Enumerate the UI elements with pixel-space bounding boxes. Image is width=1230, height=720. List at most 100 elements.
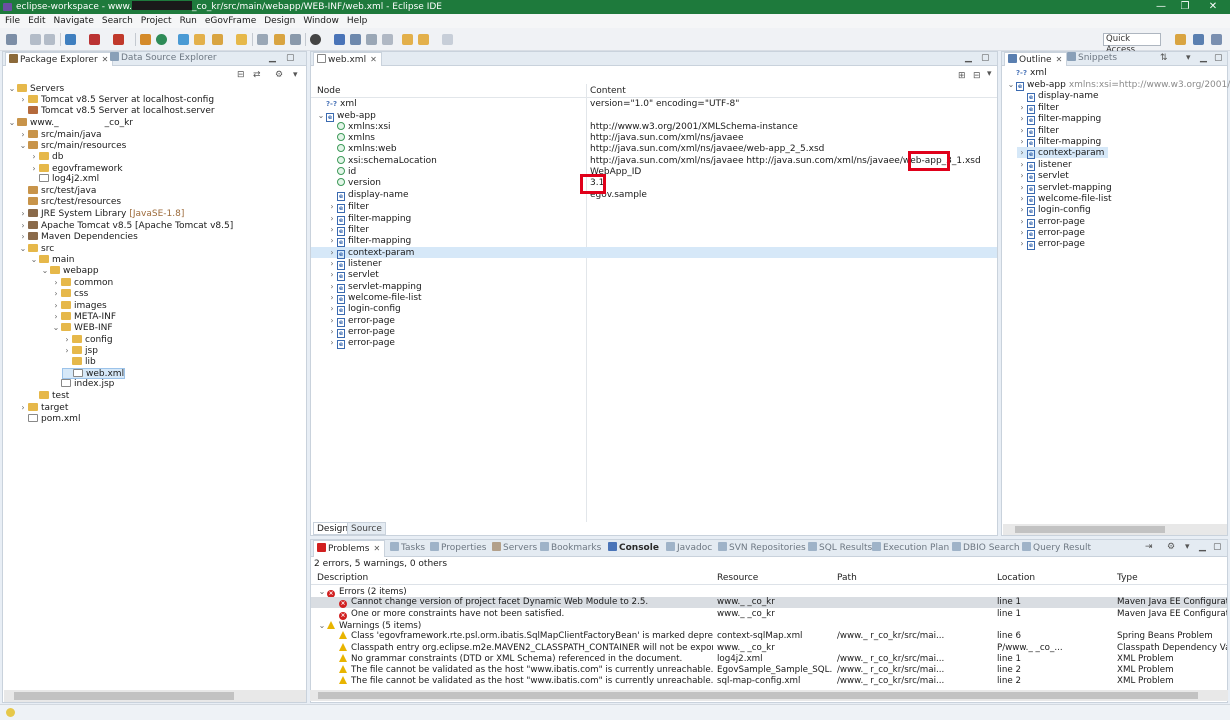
tree-item[interactable]: src/test/resources [18,197,121,208]
outline-item[interactable]: › e filter-mapping [1017,136,1101,149]
toggle-block-icon[interactable] [290,34,301,45]
web-browser-icon[interactable] [178,34,189,45]
tree-item[interactable]: › common [51,277,113,288]
expanded-chevron-icon[interactable]: ⌄ [317,586,327,597]
pin-icon[interactable] [350,34,361,45]
outline-item[interactable]: ⌄ e web-app xmlns:xsi=http://www.w3.org/200… [1006,79,1230,92]
collapsed-chevron-icon[interactable]: › [18,208,28,219]
tree-item[interactable]: › JRE System Library [JavaSE-1.8] [18,208,184,219]
tab-data-source-explorer[interactable]: Data Source Explorer [107,52,221,66]
tree-item[interactable]: pom.xml [18,413,80,425]
tip-icon[interactable] [6,708,15,717]
new-package-icon[interactable] [212,34,223,45]
menu-edit[interactable]: Edit [24,14,49,28]
tree-item[interactable]: › META-INF [51,311,116,322]
collapsed-chevron-icon[interactable]: › [1017,159,1027,170]
design-row[interactable]: › e filter [327,201,369,214]
profile-icon[interactable] [310,34,321,45]
column-header-content[interactable]: Content [590,85,626,97]
filter-icon[interactable]: ⚙ [1167,542,1175,552]
link-editor-icon[interactable]: ⇄ [253,70,261,80]
tree-item[interactable]: index.jsp [51,379,114,390]
maximize-view-icon[interactable]: ▢ [1213,542,1222,552]
collapsed-chevron-icon[interactable]: › [1017,125,1027,136]
tree-item[interactable]: log4j2.xml [29,174,99,185]
view-menu-icon[interactable]: ▾ [1185,542,1190,552]
outline-item[interactable]: › e filter-mapping [1017,113,1101,126]
menu-run[interactable]: Run [176,14,201,28]
collapsed-chevron-icon[interactable]: › [62,345,72,356]
collapsed-chevron-icon[interactable]: › [1017,193,1027,204]
expanded-chevron-icon[interactable]: ⌄ [317,620,327,631]
tab-properties[interactable]: Properties [427,540,490,554]
collapsed-chevron-icon[interactable]: › [29,163,39,174]
tab-svn-repositories[interactable]: SVN Repositories [715,540,810,554]
collapsed-chevron-icon[interactable]: › [1017,227,1027,238]
collapsed-chevron-icon[interactable]: › [327,281,337,292]
minimize-view-icon[interactable]: ▁ [269,53,276,63]
tree-item[interactable]: › db [29,151,63,162]
tab-sql-results[interactable]: SQL Results [805,540,876,554]
menu-project[interactable]: Project [137,14,176,28]
open-folder-icon[interactable] [194,34,205,45]
design-row[interactable]: › e error-page [327,326,395,338]
filter-icon[interactable]: ⚙ [275,70,283,80]
design-row[interactable]: › e filter-mapping [327,235,411,248]
tree-item[interactable]: src/test/java [18,185,96,197]
design-row[interactable]: xmlns [327,133,375,144]
collapsed-chevron-icon[interactable]: › [1017,170,1027,181]
tab-bookmarks[interactable]: Bookmarks [537,540,605,554]
menu-navigate[interactable]: Navigate [50,14,98,28]
collapsed-chevron-icon[interactable]: › [51,277,61,288]
outline-item[interactable]: › e login-config [1017,204,1091,217]
design-row[interactable]: xsi:schemaLocation [327,155,437,167]
new-icon[interactable] [6,34,17,45]
collapsed-chevron-icon[interactable]: › [327,235,337,246]
save-icon[interactable] [30,34,41,45]
back-arrow-icon[interactable] [418,34,429,45]
outline-item[interactable]: ?-? xml [1006,68,1047,79]
expanded-chevron-icon[interactable]: ⌄ [7,83,17,94]
minimize-button[interactable]: — [1148,0,1174,14]
problems-hscrollbar[interactable] [310,690,1228,701]
collapsed-chevron-icon[interactable]: › [51,300,61,311]
design-row[interactable]: › e login-config [327,303,401,316]
close-icon[interactable]: ✕ [370,55,377,64]
tree-item[interactable]: › target [18,402,68,413]
collapsed-chevron-icon[interactable]: › [327,258,337,269]
maximize-view-icon[interactable]: ▢ [981,53,990,63]
collapsed-chevron-icon[interactable]: › [327,213,337,224]
maximize-view-icon[interactable]: ▢ [286,53,295,63]
java-perspective-icon[interactable] [1211,34,1222,45]
collapsed-chevron-icon[interactable]: › [1017,204,1027,215]
mark-occurrences-icon[interactable] [274,34,285,45]
run-icon[interactable] [156,34,167,45]
tree-item[interactable]: ⌄ src/main/resources [18,140,126,151]
tree-item[interactable]: › css [51,288,88,299]
design-row[interactable]: › e error-page [327,315,395,327]
tab-javadoc[interactable]: Javadoc [663,540,716,554]
node-content[interactable]: version="1.0" encoding="UTF-8" [590,99,739,110]
column-type[interactable]: Type [1117,572,1138,584]
design-row[interactable]: › e servlet-mapping [327,281,422,293]
design-row[interactable]: › e filter [327,224,369,236]
tree-item[interactable]: ⌄ Servers [7,83,64,94]
outline-item[interactable]: › e error-page [1017,227,1085,239]
view-menu-icon[interactable]: ▾ [1186,53,1191,63]
outline-item[interactable]: › e welcome-file-list [1017,193,1112,205]
scrollbar-thumb[interactable] [318,692,1198,699]
column-description[interactable]: Description [317,572,368,584]
focus-icon[interactable]: ⇥ [1145,542,1153,552]
tree-item[interactable]: › Apache Tomcat v8.5 [Apache Tomcat v8.5] [18,220,233,231]
collapsed-chevron-icon[interactable]: › [327,326,337,337]
design-row[interactable]: version [327,178,381,189]
collapsed-chevron-icon[interactable]: › [29,151,39,162]
design-row[interactable]: ?-? xml [316,99,357,110]
last-edit-icon[interactable] [402,34,413,45]
tree-item[interactable]: › Maven Dependencies [18,231,138,242]
outline-item[interactable]: › e error-page [1017,216,1085,228]
search-icon[interactable] [257,34,268,45]
column-header-node[interactable]: Node [317,85,341,97]
collapsed-chevron-icon[interactable]: › [1017,147,1027,158]
tree-item[interactable]: › jsp [62,345,98,356]
